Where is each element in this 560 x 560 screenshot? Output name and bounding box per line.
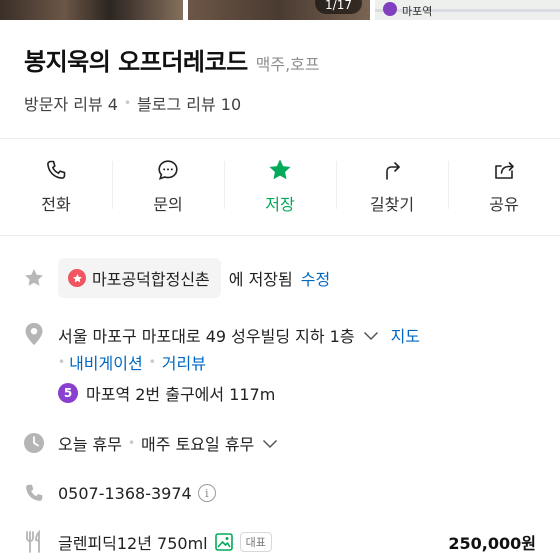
navigation-links: • 내비게이션 • 거리뷰 — [58, 350, 206, 374]
separator-dot: • — [148, 355, 156, 369]
image-icon — [214, 532, 234, 552]
menu-price: 250,000원 — [448, 534, 536, 553]
inquiry-button[interactable]: 문의 — [112, 139, 224, 235]
clock-icon — [22, 431, 46, 455]
separator-dot: • — [127, 436, 136, 450]
call-button[interactable]: 전화 — [0, 139, 112, 235]
phone-row[interactable]: 0507-1368-3974 i — [0, 479, 560, 507]
chevron-down-icon[interactable] — [363, 326, 379, 345]
inquiry-label: 문의 — [153, 195, 183, 214]
directions-icon — [379, 157, 405, 183]
share-button[interactable]: 공유 — [448, 139, 560, 235]
street-view-link[interactable]: 거리뷰 — [162, 350, 206, 374]
hours-row[interactable]: 오늘 휴무 • 매주 토요일 휴무 — [0, 429, 560, 457]
share-icon — [491, 157, 517, 183]
review-summary: 방문자 리뷰 4 • 블로그 리뷰 10 — [24, 91, 241, 115]
subway-line-badge: 5 — [58, 383, 78, 403]
map-link[interactable]: 지도 — [391, 323, 420, 347]
map-thumbnail[interactable]: 마포역 — [375, 0, 560, 20]
hours-today: 오늘 휴무 — [58, 435, 122, 454]
save-button[interactable]: 저장 — [224, 139, 336, 235]
subway-directions: 5 마포역 2번 출구에서 117m — [58, 380, 275, 406]
address-text: 서울 마포구 마포대로 49 성우빌딩 지하 1층 — [58, 327, 355, 346]
directions-label: 길찾기 — [369, 195, 415, 214]
saved-text: 마포공덕합정신촌 에 저장됨 수정 — [58, 256, 330, 300]
chevron-down-icon[interactable] — [262, 434, 278, 453]
info-icon[interactable]: i — [197, 484, 216, 502]
phone-icon — [43, 157, 69, 183]
share-label: 공유 — [489, 195, 519, 214]
chat-icon — [155, 157, 181, 183]
location-pin-icon — [22, 322, 46, 346]
phone-number[interactable]: 0507-1368-3974 — [58, 484, 192, 503]
call-label: 전화 — [41, 195, 71, 214]
hours-text: 오늘 휴무 • 매주 토요일 휴무 — [58, 429, 278, 457]
phone-icon — [22, 481, 46, 505]
menu-text: 글렌피딕12년 750ml 대표 — [58, 528, 272, 556]
saved-suffix: 에 저장됨 — [228, 270, 293, 289]
subway-station-icon — [383, 2, 397, 16]
address-row: 서울 마포구 마포대로 49 성우빌딩 지하 1층 지도 • 내비게이션 • 거… — [0, 320, 560, 410]
menu-row[interactable]: 글렌피딕12년 750ml 대표 250,000원 — [0, 528, 560, 556]
place-photo[interactable]: 1/17 — [188, 0, 370, 20]
photo-counter: 1/17 — [315, 0, 362, 14]
menu-item-name: 글렌피딕12년 750ml — [58, 534, 208, 553]
visitor-reviews-link[interactable]: 방문자 리뷰 4 — [24, 91, 118, 115]
separator-dot: • — [58, 355, 66, 369]
hours-schedule: 매주 토요일 휴무 — [141, 435, 255, 454]
representative-badge: 대표 — [239, 532, 272, 552]
edit-save-link[interactable]: 수정 — [301, 266, 330, 290]
subway-directions-text: 마포역 2번 출구에서 117m — [86, 385, 276, 404]
utensils-icon — [22, 530, 46, 554]
blog-reviews-link[interactable]: 블로그 리뷰 10 — [137, 91, 241, 115]
save-label: 저장 — [265, 195, 295, 214]
place-name: 봉지욱의 오프더레코드 — [24, 48, 248, 76]
place-title-row: 봉지욱의 오프더레코드 맥주,호프 — [24, 42, 320, 77]
saved-list-chip[interactable]: 마포공덕합정신촌 — [58, 258, 221, 298]
directions-button[interactable]: 길찾기 — [336, 139, 448, 235]
action-bar: 전화 문의 저장 길찾기 공유 — [0, 138, 560, 236]
map-station-label: 마포역 — [402, 5, 433, 18]
list-star-icon — [68, 269, 86, 287]
phone-text: 0507-1368-3974 i — [58, 479, 216, 507]
saved-list-name: 마포공덕합정신촌 — [92, 270, 210, 289]
place-category: 맥주,호프 — [255, 55, 320, 74]
separator-dot: • — [123, 96, 132, 110]
star-icon — [267, 157, 293, 183]
photo-strip[interactable]: 1/17 마포역 — [0, 0, 560, 20]
address-line: 서울 마포구 마포대로 49 성우빌딩 지하 1층 지도 — [58, 322, 420, 348]
place-photo[interactable] — [0, 0, 183, 20]
saved-row: 마포공덕합정신촌 에 저장됨 수정 — [0, 256, 560, 300]
star-outline-icon — [22, 266, 46, 290]
navigation-link[interactable]: 내비게이션 — [69, 350, 143, 374]
